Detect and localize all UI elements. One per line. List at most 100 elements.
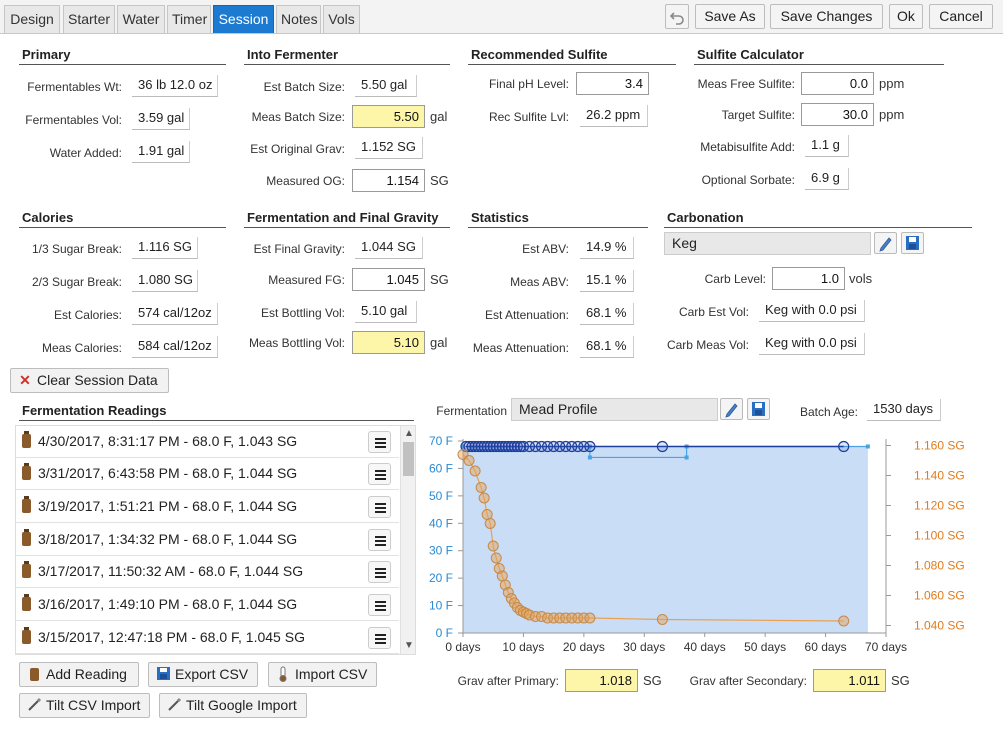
scroll-down-icon[interactable]: ▼ (404, 640, 414, 651)
hydrometer-icon (26, 694, 42, 717)
list-item[interactable]: 3/31/2017, 6:43:58 PM - 68.0 F, 1.044 SG (16, 458, 399, 490)
measured-og-unit: SG (430, 173, 449, 188)
meas-abv-label: Meas ABV: (510, 275, 569, 289)
meas-bottling-vol-unit: gal (430, 335, 448, 350)
hamburger-menu-icon[interactable] (368, 627, 391, 649)
list-item[interactable]: 3/16/2017, 1:49:10 PM - 68.0 F, 1.044 SG (16, 589, 399, 621)
x-tick-label: 10 days (502, 640, 544, 654)
meas-bottling-vol-label: Meas Bottling Vol: (248, 336, 345, 350)
cancel-button[interactable]: Cancel (929, 4, 993, 29)
tab-timer[interactable]: Timer (167, 5, 211, 33)
fermentation-final-gravity-heading: Fermentation and Final Gravity (244, 210, 450, 228)
tab-design[interactable]: Design (4, 5, 60, 33)
est-attenuation-value: 68.1 % (580, 303, 634, 325)
est-calories-label: Est Calories: (53, 308, 122, 322)
clear-session-data-button[interactable]: ✕ Clear Session Data (10, 368, 169, 393)
fermentation-chart: 0 days 10 days 20 days 30 days 40 days 50 day… (420, 428, 980, 663)
list-item[interactable]: 3/17/2017, 11:50:32 AM - 68.0 F, 1.044 S… (16, 556, 399, 588)
carb-level-unit: vols (849, 271, 873, 286)
list-item[interactable]: 3/15/2017, 12:47:18 PM - 68.0 F, 1.045 S… (16, 622, 399, 654)
carb-est-vol-label: Carb Est Vol: (678, 305, 749, 319)
reading-text: 4/30/2017, 8:31:17 PM - 68.0 F, 1.043 SG (38, 433, 298, 449)
sugar-break-23-value: 1.080 SG (132, 270, 198, 292)
hamburger-menu-icon[interactable] (368, 431, 391, 453)
y-left-tick-label: 70 F (429, 434, 453, 448)
gravity-point (481, 509, 493, 520)
tab-session[interactable]: Session (213, 5, 274, 33)
add-reading-label: Add Reading (46, 666, 127, 682)
tab-starter[interactable]: Starter (63, 5, 115, 33)
list-item[interactable]: 3/18/2017, 1:34:32 PM - 68.0 F, 1.044 SG (16, 524, 399, 556)
scroll-thumb[interactable] (403, 442, 414, 476)
meas-attenuation-label: Meas Attenuation: (472, 341, 569, 355)
fermentables-vol-value: 3.59 gal (132, 108, 190, 130)
est-bottling-vol-value: 5.10 gal (355, 301, 417, 323)
export-csv-button[interactable]: Export CSV (148, 662, 258, 687)
export-csv-label: Export CSV (175, 666, 249, 682)
fermentation-profile-select[interactable]: Mead Profile (511, 398, 718, 421)
tilt-csv-import-button[interactable]: Tilt CSV Import (19, 693, 150, 718)
meas-batch-size-label: Meas Batch Size: (251, 110, 345, 124)
scroll-up-icon[interactable]: ▲ (404, 428, 414, 439)
y-left-tick-label: 20 F (429, 571, 453, 585)
ok-button[interactable]: Ok (889, 4, 923, 29)
jar-icon (22, 561, 31, 578)
readings-scrollbar[interactable]: ▲ ▼ (400, 426, 415, 654)
hamburger-menu-icon[interactable] (368, 529, 391, 551)
carbonation-method-select[interactable]: Keg (664, 232, 871, 255)
carb-meas-vol-value: Keg with 0.0 psi (759, 333, 865, 355)
grav-after-secondary-unit: SG (891, 673, 910, 688)
final-ph-input[interactable]: 3.4 (576, 72, 649, 95)
measured-og-input[interactable]: 1.154 (352, 169, 425, 192)
target-sulfite-label: Target Sulfite: (721, 108, 795, 122)
tab-vols[interactable]: Vols (323, 5, 360, 33)
gravity-point (463, 455, 475, 466)
tab-water[interactable]: Water (117, 5, 165, 33)
temperature-point (838, 440, 850, 453)
edit-profile-button[interactable] (720, 398, 743, 420)
save-changes-button[interactable]: Save Changes (770, 4, 883, 29)
y-right-tick-label: 1.120 SG (914, 499, 965, 513)
reading-text: 3/18/2017, 1:34:32 PM - 68.0 F, 1.044 SG (38, 531, 298, 547)
meas-batch-size-unit: gal (430, 109, 448, 124)
measured-fg-input[interactable]: 1.045 (352, 268, 425, 291)
tab-notes[interactable]: Notes (276, 5, 321, 33)
carb-meas-vol-label: Carb Meas Vol: (666, 338, 749, 352)
meas-batch-size-input[interactable]: 5.50 (352, 105, 425, 128)
list-item[interactable]: 4/30/2017, 8:31:17 PM - 68.0 F, 1.043 SG (16, 426, 399, 458)
tilt-google-import-button[interactable]: Tilt Google Import (159, 693, 307, 718)
est-abv-value: 14.9 % (580, 237, 634, 259)
y-right-tick-label: 1.100 SG (914, 529, 965, 543)
hamburger-menu-icon[interactable] (368, 594, 391, 616)
x-tick-label: 0 days (445, 640, 480, 654)
hamburger-menu-icon[interactable] (368, 561, 391, 583)
gravity-point (469, 465, 481, 477)
target-sulfite-unit: ppm (879, 107, 905, 122)
import-csv-button[interactable]: Import CSV (268, 662, 377, 687)
edit-carbonation-button[interactable] (874, 232, 897, 254)
batch-age-value: 1530 days (867, 399, 941, 421)
target-sulfite-input[interactable]: 30.0 (801, 103, 874, 126)
optional-sorbate-label: Optional Sorbate: (701, 173, 795, 187)
hamburger-menu-icon[interactable] (368, 496, 391, 518)
jar-icon (22, 431, 31, 448)
red-x-icon: ✕ (19, 372, 31, 388)
save-as-button[interactable]: Save As (695, 4, 765, 29)
hamburger-menu-icon[interactable] (368, 463, 391, 485)
list-item[interactable]: 3/19/2017, 1:51:21 PM - 68.0 F, 1.044 SG (16, 491, 399, 523)
save-profile-button[interactable] (747, 398, 770, 420)
temperature-point (656, 440, 669, 453)
est-final-gravity-label: Est Final Gravity: (253, 242, 345, 256)
meas-bottling-vol-input[interactable]: 5.10 (352, 331, 425, 354)
carb-level-input[interactable]: 1.0 (772, 267, 845, 290)
meas-free-sulfite-input[interactable]: 0.0 (801, 72, 874, 95)
y-left-tick-label: 50 F (429, 489, 453, 503)
grav-after-secondary-input[interactable]: 1.011 (813, 669, 886, 692)
grav-after-primary-input[interactable]: 1.018 (565, 669, 638, 692)
add-reading-button[interactable]: Add Reading (19, 662, 139, 687)
undo-button[interactable] (665, 4, 689, 29)
y-left-tick-label: 10 F (429, 599, 453, 613)
gravity-point (584, 612, 596, 624)
undo-icon (669, 12, 684, 25)
save-carbonation-button[interactable] (901, 232, 924, 254)
